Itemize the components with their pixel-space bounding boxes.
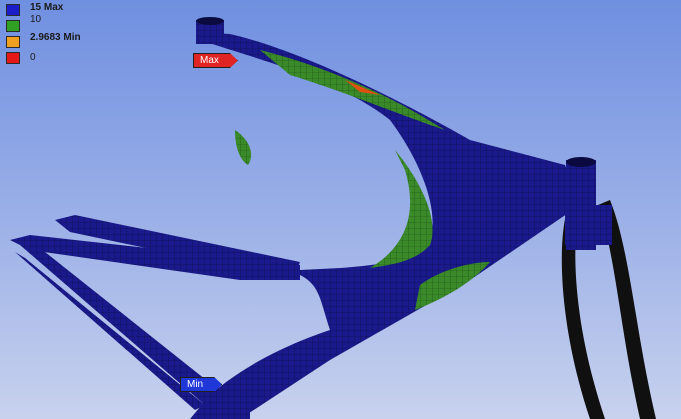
legend-label: 10 (30, 14, 42, 25)
legend-swatch (6, 52, 20, 64)
contour-legend: 15 Max 10 2.9683 Min 0 (6, 2, 126, 66)
legend-row-max: 15 Max (6, 2, 126, 18)
legend-swatch (6, 4, 20, 16)
max-probe-label[interactable]: Max (193, 53, 238, 68)
legend-row-min: 2.9683 Min (6, 32, 126, 50)
legend-label: 0 (30, 52, 36, 63)
legend-label: 2.9683 Min (30, 32, 81, 43)
main-frame (190, 17, 580, 419)
legend-label: 15 Max (30, 2, 64, 13)
legend-swatch (6, 20, 20, 32)
legend-row-0: 0 (6, 50, 126, 66)
legend-swatch (6, 36, 20, 48)
model-viewport[interactable]: 15 Max 10 2.9683 Min 0 Max Min (0, 0, 681, 419)
min-probe-label[interactable]: Min (180, 377, 222, 392)
